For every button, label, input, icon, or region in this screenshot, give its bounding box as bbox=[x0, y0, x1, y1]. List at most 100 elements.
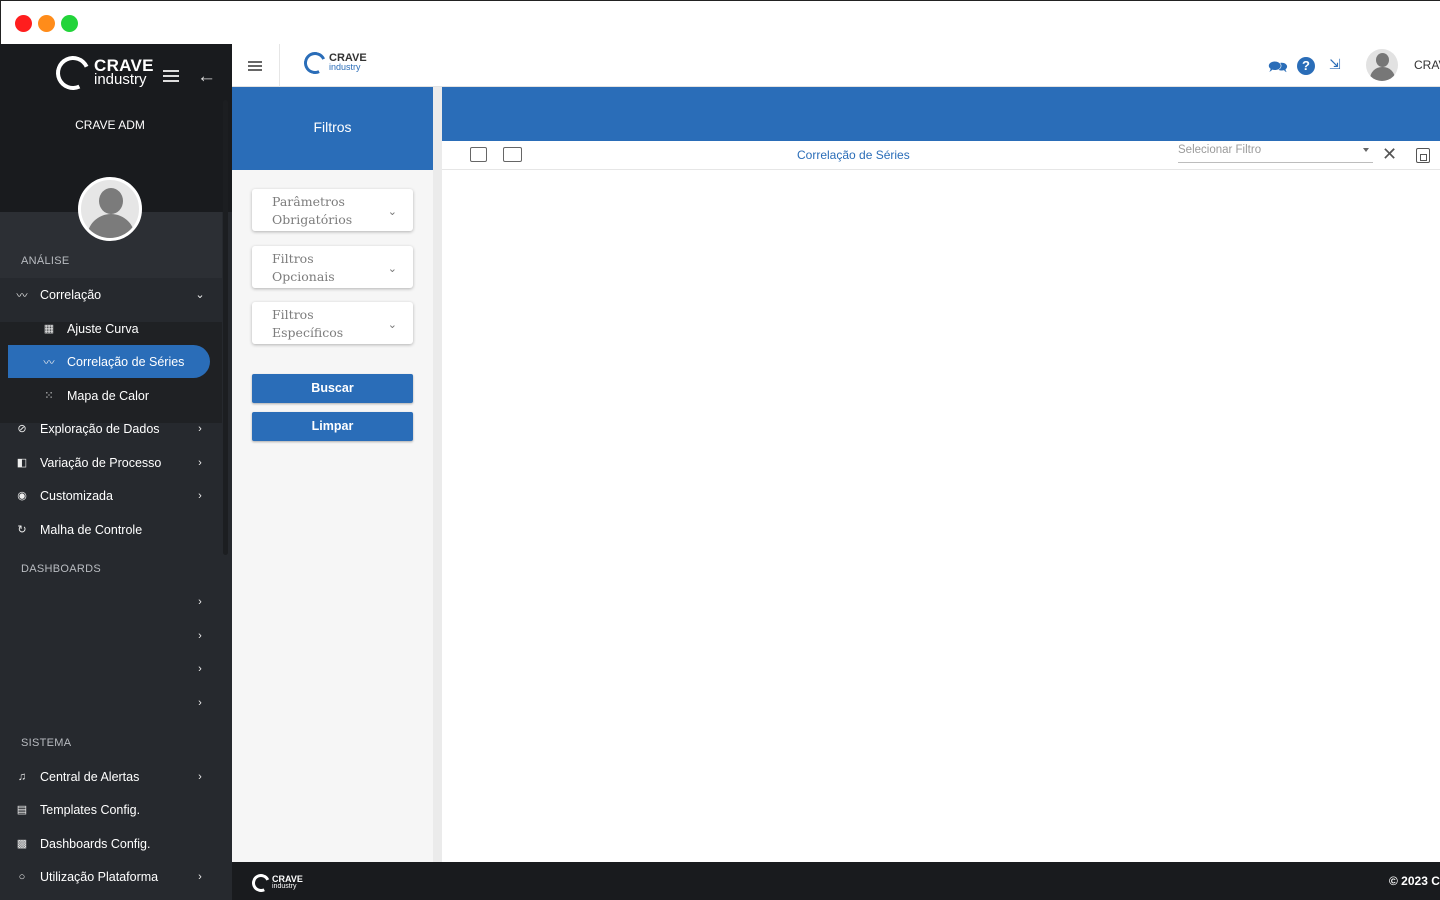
collapse-icon[interactable]: ⇲ bbox=[1329, 56, 1341, 73]
sidebar-user-name: CRAVE ADM bbox=[75, 118, 145, 132]
sidebar-item-dashboard-1[interactable]: › bbox=[8, 585, 210, 618]
chat-icon[interactable]: 🗪 bbox=[1268, 56, 1288, 83]
sidebar-item-mapa-de-calor[interactable]: ⁙ Mapa de Calor bbox=[8, 379, 210, 412]
export-pdf-icon[interactable] bbox=[470, 147, 487, 162]
topbar-logo[interactable]: CRAVE industry bbox=[300, 48, 367, 78]
hamburger-menu-icon[interactable] bbox=[248, 61, 262, 71]
sidebar-item-label: Variação de Processo bbox=[40, 455, 162, 470]
chevron-right-icon: › bbox=[198, 770, 202, 783]
filters-panel: Filtros Parâmetros Obrigatórios ⌄ Filtro… bbox=[232, 87, 433, 862]
chevron-right-icon: › bbox=[198, 422, 202, 435]
chevron-down-icon: ⌄ bbox=[387, 319, 397, 331]
sidebar-scrollbar[interactable] bbox=[223, 100, 228, 555]
arrow-back-icon[interactable]: ← bbox=[197, 66, 216, 88]
sidebar-item-utilizacao-plataforma[interactable]: ○ Utilização Plataforma › bbox=[8, 860, 210, 893]
chart-trend-icon: 〰 bbox=[43, 356, 55, 369]
sidebar-item-correlacao[interactable]: 〰 Correlação ⌄ bbox=[8, 278, 210, 311]
user-avatar[interactable] bbox=[78, 177, 142, 241]
search-button[interactable]: Buscar bbox=[252, 374, 413, 403]
sidebar: CRAVE industry ← CRAVE ADM ANÁLISE 〰 Cor… bbox=[0, 44, 232, 900]
palette-icon: ◉ bbox=[17, 490, 27, 502]
sidebar-item-dashboard-2[interactable]: › bbox=[8, 619, 210, 652]
crave-logo-icon bbox=[249, 871, 273, 895]
grid-icon: ▦ bbox=[43, 323, 55, 335]
sidebar-item-templates-config[interactable]: ▤ Templates Config. bbox=[8, 793, 210, 826]
accordion-filtros-opcionais[interactable]: Filtros Opcionais ⌄ bbox=[252, 246, 413, 288]
sidebar-item-malha-de-controle[interactable]: ↻ Malha de Controle bbox=[8, 513, 210, 546]
compass-icon: ⊘ bbox=[17, 423, 27, 435]
chevron-down-icon: ⌄ bbox=[195, 289, 205, 301]
chevron-right-icon: › bbox=[198, 870, 202, 883]
sidebar-item-central-de-alertas[interactable]: ♫ Central de Alertas › bbox=[8, 760, 210, 793]
avatar-body bbox=[1370, 67, 1395, 81]
sidebar-item-dashboard-3[interactable]: › bbox=[8, 652, 210, 685]
sidebar-item-ajuste-curva[interactable]: ▦ Ajuste Curva bbox=[8, 312, 210, 345]
footer-logo: CRAVE industry bbox=[249, 871, 303, 895]
sidebar-item-label: Customizada bbox=[40, 488, 113, 503]
sidebar-item-dashboard-4[interactable]: › bbox=[8, 686, 210, 719]
accordion-parametros-obrigatorios[interactable]: Parâmetros Obrigatórios ⌄ bbox=[252, 189, 413, 231]
sidebar-item-label: Correlação bbox=[40, 287, 102, 302]
chart-trend-icon: 〰 bbox=[16, 289, 28, 302]
bell-icon: ♫ bbox=[17, 770, 27, 783]
chevron-right-icon: › bbox=[198, 629, 202, 642]
avatar-body bbox=[87, 214, 135, 238]
window-titlebar bbox=[0, 0, 1440, 44]
avatar-head bbox=[1376, 53, 1389, 67]
export-image-icon[interactable] bbox=[503, 147, 522, 162]
sidebar-item-correlacao-de-series[interactable]: 〰 Correlação de Séries bbox=[8, 345, 210, 378]
minimize-window-button[interactable] bbox=[38, 15, 55, 32]
filter-select[interactable]: Selecionar Filtro bbox=[1178, 144, 1373, 163]
chart-card: Correlação de Séries Selecionar Filtro ✕ bbox=[442, 141, 1440, 862]
refresh-icon: ↻ bbox=[17, 524, 27, 536]
crave-logo-icon bbox=[51, 51, 95, 95]
logo-text-crave: CRAVE bbox=[272, 874, 303, 884]
sidebar-item-customizada[interactable]: ◉ Customizada › bbox=[8, 479, 210, 512]
sidebar-item-label: Malha de Controle bbox=[40, 522, 143, 537]
sidebar-item-label: Correlação de Séries bbox=[67, 354, 185, 369]
sidebar-item-label: Utilização Plataforma bbox=[40, 869, 159, 884]
copyright: © 2023 C bbox=[1389, 874, 1440, 888]
chevron-down-icon: ⌄ bbox=[387, 206, 397, 218]
heatmap-icon: ⁙ bbox=[44, 390, 54, 402]
process-icon: ◧ bbox=[16, 457, 28, 469]
sidebar-item-variacao-de-processo[interactable]: ◧ Variação de Processo › bbox=[8, 446, 210, 479]
sidebar-item-label: Exploração de Dados bbox=[40, 421, 160, 436]
maximize-window-button[interactable] bbox=[61, 15, 78, 32]
chevron-right-icon: › bbox=[198, 696, 202, 709]
card-toolbar: Correlação de Séries Selecionar Filtro ✕ bbox=[442, 141, 1440, 170]
save-icon[interactable] bbox=[1416, 148, 1430, 163]
section-label-dashboards: DASHBOARDS bbox=[21, 563, 102, 575]
sidebar-item-label: Ajuste Curva bbox=[67, 321, 139, 336]
dropdown-arrow-icon bbox=[1363, 148, 1369, 152]
avatar-head bbox=[99, 188, 123, 214]
filters-title: Filtros bbox=[232, 87, 433, 170]
section-label-analise: ANÁLISE bbox=[21, 255, 70, 267]
logo-text-industry: industry bbox=[272, 883, 297, 890]
chevron-right-icon: › bbox=[198, 662, 202, 675]
clear-button[interactable]: Limpar bbox=[252, 412, 413, 441]
logo-text-industry: industry bbox=[94, 71, 147, 88]
dashboards-icon: ▩ bbox=[16, 838, 28, 850]
close-window-button[interactable] bbox=[15, 15, 32, 32]
sidebar-item-label: Mapa de Calor bbox=[67, 388, 149, 403]
circle-icon: ○ bbox=[18, 870, 26, 883]
accordion-filtros-especificos[interactable]: Filtros Específicos ⌄ bbox=[252, 302, 413, 344]
hamburger-menu-icon[interactable] bbox=[163, 70, 179, 82]
sidebar-item-exploracao-de-dados[interactable]: ⊘ Exploração de Dados › bbox=[8, 412, 210, 445]
sidebar-item-label: Dashboards Config. bbox=[40, 836, 151, 851]
chevron-right-icon: › bbox=[198, 595, 202, 608]
card-title: Correlação de Séries bbox=[797, 148, 910, 162]
footer: CRAVE industry © 2023 C bbox=[232, 862, 1440, 900]
logo-text-industry: industry bbox=[329, 62, 361, 72]
section-label-sistema: SISTEMA bbox=[21, 737, 72, 749]
user-avatar[interactable] bbox=[1366, 49, 1398, 81]
chevron-right-icon: › bbox=[198, 489, 202, 502]
filter-select-placeholder: Selecionar Filtro bbox=[1178, 144, 1262, 156]
topbar-divider bbox=[279, 44, 280, 87]
close-icon[interactable]: ✕ bbox=[1382, 144, 1397, 165]
help-icon[interactable]: ? bbox=[1297, 57, 1315, 75]
sidebar-logo[interactable]: CRAVE industry bbox=[51, 51, 154, 95]
topbar-username[interactable]: CRAV bbox=[1414, 58, 1440, 72]
sidebar-item-dashboards-config[interactable]: ▩ Dashboards Config. bbox=[8, 827, 210, 860]
